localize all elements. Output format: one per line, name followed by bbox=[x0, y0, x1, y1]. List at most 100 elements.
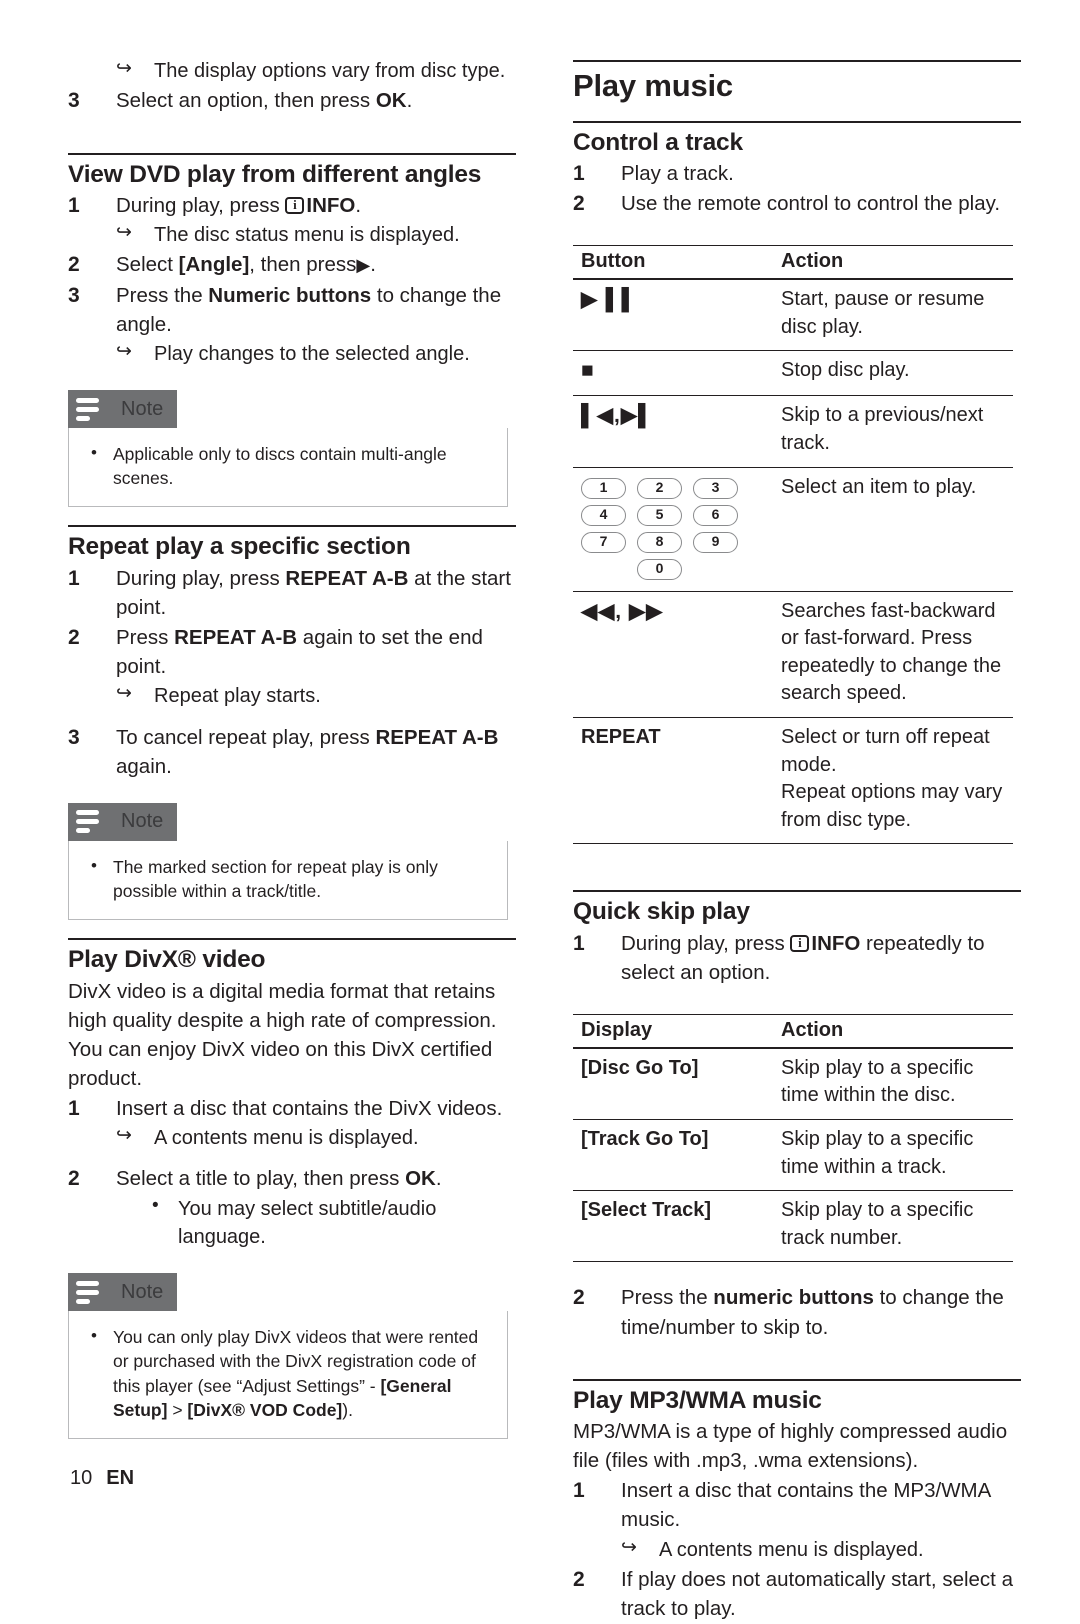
divx-step-2: 2 Select a title to play, then press OK. bbox=[68, 1164, 516, 1193]
step-text: Use the remote control to control the pl… bbox=[621, 192, 1001, 216]
mp3-step-1-result: ↪ A contents menu is displayed. bbox=[573, 1536, 1021, 1564]
column-header-action: Action bbox=[773, 1013, 1013, 1049]
key-0: 0 bbox=[637, 558, 682, 580]
arrow-note-text: A contents menu is displayed. bbox=[154, 1127, 419, 1150]
key-4: 4 bbox=[581, 504, 626, 526]
note-icon bbox=[68, 802, 107, 841]
step-text: Select bbox=[116, 253, 179, 277]
numeric-keypad: 1 2 3 4 5 6 7 8 9 0 bbox=[581, 477, 763, 580]
action-text: Searches fast-backward or fast-forward. … bbox=[773, 591, 1013, 718]
note-item-text-end: ). bbox=[342, 1399, 353, 1420]
table-row: ■ Stop disc play. bbox=[573, 350, 1013, 397]
step-text-end: again. bbox=[116, 754, 172, 778]
action-text: Select an item to play. bbox=[773, 467, 1013, 592]
step-number: 1 bbox=[68, 566, 80, 590]
key-2: 2 bbox=[637, 477, 682, 499]
key-3: 3 bbox=[693, 477, 738, 499]
repeat-button-label: REPEAT bbox=[573, 717, 773, 845]
left-column: ↪ The display options vary from disc typ… bbox=[68, 56, 516, 1457]
play-pause-glyph: ▶▐▐ bbox=[581, 288, 630, 312]
table-row: [Track Go To] Skip play to a specific ti… bbox=[573, 1119, 1013, 1192]
step-text: Insert a disc that contains the DivX vid… bbox=[116, 1096, 503, 1120]
right-arrow-icon: ▶ bbox=[356, 255, 371, 276]
info-icon bbox=[285, 196, 305, 214]
action-text: Stop disc play. bbox=[773, 350, 1013, 397]
step-number: 2 bbox=[68, 253, 80, 277]
action-text: Skip play to a specific track number. bbox=[773, 1190, 1013, 1263]
table-row: ▌◀,▶▌ Skip to a previous/next track. bbox=[573, 395, 1013, 468]
display-action-table: Display Action [Disc Go To] Skip play to… bbox=[573, 1013, 1013, 1263]
step-number: 1 bbox=[573, 1479, 585, 1503]
info-button-label: INFO bbox=[306, 193, 356, 217]
arrow-note-text: Repeat play starts. bbox=[154, 685, 321, 708]
page-number: 10 bbox=[70, 1467, 93, 1489]
column-header-display: Display bbox=[573, 1013, 773, 1049]
arrow-note-text: Play changes to the selected angle. bbox=[154, 342, 470, 365]
note-box-repeat: Note • The marked section for repeat pla… bbox=[68, 802, 508, 921]
numeric-buttons-label: Numeric buttons bbox=[208, 283, 372, 307]
heading-view-dvd-angles: View DVD play from different angles bbox=[68, 160, 482, 188]
control-step-2: 2 Use the remote control to control the … bbox=[573, 189, 1021, 218]
info-button-label: INFO bbox=[811, 931, 861, 955]
skip-prev-next-icon: ▌◀,▶▌ bbox=[573, 395, 773, 468]
key-9: 9 bbox=[693, 531, 738, 553]
menu-path-separator: > bbox=[167, 1399, 188, 1420]
display-option-track-go-to: [Track Go To] bbox=[573, 1119, 773, 1192]
step-number: 1 bbox=[68, 193, 80, 217]
step-number: 3 bbox=[68, 283, 80, 307]
arrow-note-text: A contents menu is displayed. bbox=[659, 1538, 924, 1561]
note-tab-label-bg: Note bbox=[107, 390, 178, 429]
step-number: 2 bbox=[68, 1167, 80, 1191]
action-text: Skip play to a specific time within a tr… bbox=[773, 1119, 1013, 1192]
table-row: ◀◀, ▶▶ Searches fast-backward or fast-fo… bbox=[573, 591, 1013, 718]
carryover-arrow-note: ↪ The display options vary from disc typ… bbox=[68, 57, 516, 85]
repeat-step-2: 2 Press REPEAT A-B again to set the end … bbox=[68, 623, 516, 681]
step-text: Insert a disc that contains the MP3/WMA … bbox=[621, 1479, 991, 1532]
column-header-action: Action bbox=[773, 245, 1013, 281]
section-divider bbox=[573, 1378, 1021, 1381]
right-column: Play music Control a track 1 Play a trac… bbox=[573, 56, 1021, 1624]
note-list-item: • You can only play DivX videos that wer… bbox=[83, 1325, 493, 1422]
section-divider bbox=[68, 152, 516, 155]
note-tab-label-bg: Note bbox=[107, 802, 178, 841]
step-number: 1 bbox=[573, 931, 585, 955]
bullet-icon: • bbox=[152, 1194, 159, 1216]
table-header-row: Button Action bbox=[573, 245, 1013, 281]
section-divider bbox=[68, 938, 516, 941]
skip-glyph: ▌◀,▶▌ bbox=[581, 404, 654, 428]
column-header-button: Button bbox=[573, 245, 773, 281]
menu-path-divx-vod-code: [DivX® VOD Code] bbox=[187, 1399, 343, 1420]
display-option-disc-go-to: [Disc Go To] bbox=[573, 1047, 773, 1121]
quickskip-step-2: 2 Press the numeric buttons to change th… bbox=[573, 1283, 1021, 1341]
step-text-mid: , then press bbox=[249, 253, 357, 277]
step-text: During play, press bbox=[116, 193, 286, 217]
note-list-item: • Applicable only to discs contain multi… bbox=[83, 442, 493, 490]
note-title: Note bbox=[121, 810, 164, 833]
note-list-item: • The marked section for repeat play is … bbox=[83, 855, 493, 903]
repeat-step-1: 1 During play, press REPEAT A-B at the s… bbox=[68, 564, 516, 622]
step-number: 2 bbox=[573, 1567, 585, 1591]
repeat-ab-button-label: REPEAT A-B bbox=[174, 626, 298, 649]
angles-step-3-result: ↪ Play changes to the selected angle. bbox=[68, 340, 516, 368]
table-row: [Disc Go To] Skip play to a specific tim… bbox=[573, 1047, 1013, 1121]
manual-page: ↪ The display options vary from disc typ… bbox=[0, 0, 1080, 1620]
stop-icon: ■ bbox=[573, 350, 773, 397]
divx-intro-paragraph: DivX video is a digital media format tha… bbox=[68, 979, 497, 1090]
step-number: 1 bbox=[68, 1096, 80, 1120]
repeat-step-3: 3 To cancel repeat play, press REPEAT A-… bbox=[68, 723, 516, 781]
info-icon bbox=[790, 934, 810, 952]
action-text: Skip to a previous/next track. bbox=[773, 395, 1013, 468]
step-number: 2 bbox=[68, 626, 80, 649]
angles-step-3: 3 Press the Numeric buttons to change th… bbox=[68, 281, 516, 339]
step-number: 3 bbox=[68, 89, 80, 113]
numeric-buttons-icon: 1 2 3 4 5 6 7 8 9 0 bbox=[573, 467, 773, 592]
table-header-row: Display Action bbox=[573, 1013, 1013, 1049]
step-text-end: . bbox=[406, 89, 413, 113]
play-pause-icon: ▶▐▐ bbox=[573, 279, 773, 352]
step-text: Press the bbox=[621, 1286, 714, 1310]
note-icon bbox=[68, 390, 107, 429]
note-icon bbox=[68, 1273, 107, 1312]
page-footer: 10 EN bbox=[70, 1467, 134, 1490]
key-7: 7 bbox=[581, 531, 626, 553]
ok-button-label: OK bbox=[405, 1167, 436, 1191]
